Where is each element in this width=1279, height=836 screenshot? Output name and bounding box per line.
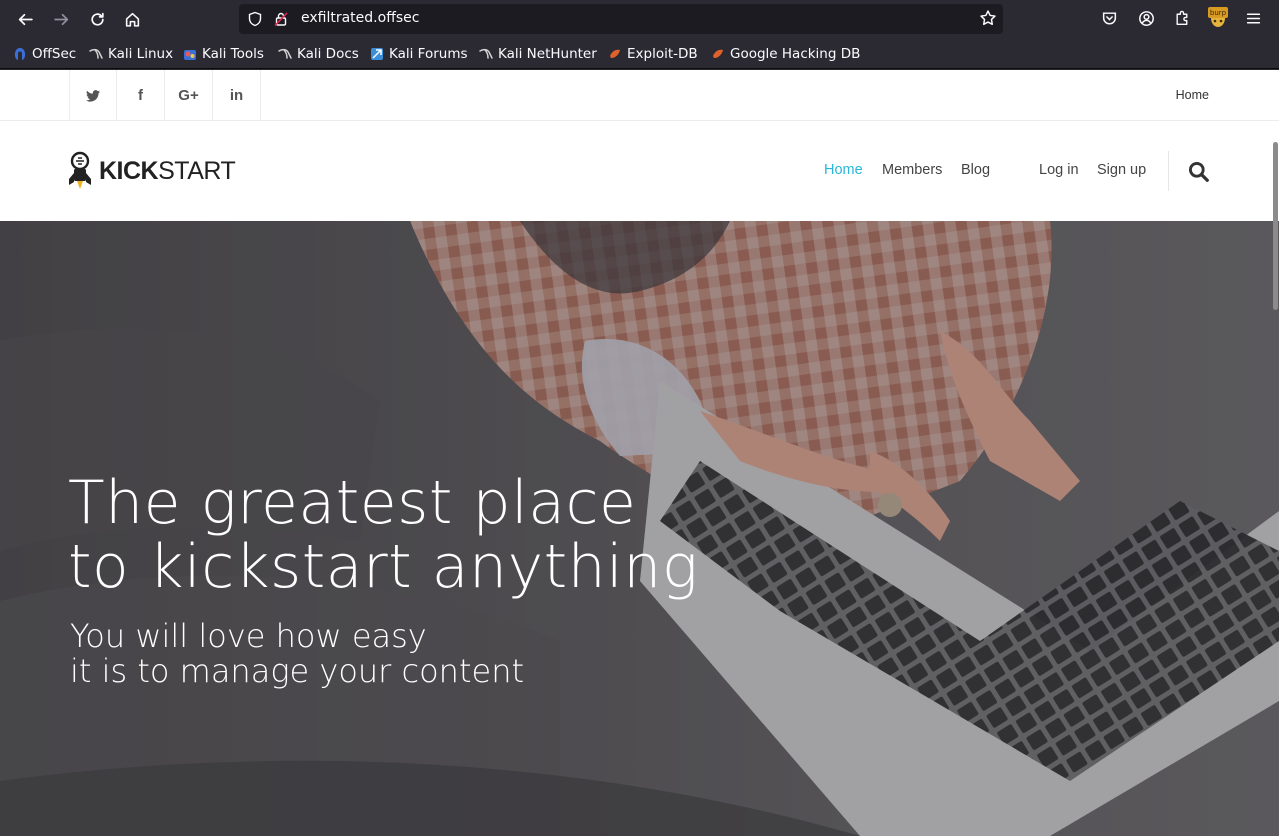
- kali-tools-icon: [184, 50, 196, 60]
- google-plus-link[interactable]: G+: [165, 70, 213, 121]
- browser-toolbar: exfiltrated.offsec burp: [0, 0, 1279, 38]
- burp-label: burp: [1210, 9, 1227, 17]
- app-menu-icon[interactable]: [1243, 8, 1263, 28]
- google-plus-icon: G+: [178, 87, 199, 104]
- pocket-icon[interactable]: [1099, 8, 1119, 28]
- nav-divider: [1168, 151, 1169, 191]
- home-icon: [125, 12, 139, 27]
- nav-signup[interactable]: Sign up: [1097, 162, 1146, 178]
- bookmark-label: Kali Forums: [389, 46, 468, 62]
- hero-banner: The greatest place to kickstart anything…: [0, 221, 1279, 836]
- arrow-left-icon: [18, 13, 33, 25]
- bookmark-exploit-db[interactable]: Exploit-DB: [608, 45, 698, 63]
- kali-forums-icon: [371, 48, 383, 60]
- page-viewport: f G+ in Home KICKSTART Home Members Blog…: [0, 70, 1279, 836]
- rocket-lightbulb-logo-icon: [69, 151, 91, 189]
- hero-title-line2: to kickstart anything: [68, 532, 699, 602]
- nav-blog[interactable]: Blog: [961, 162, 990, 178]
- bookmark-kali-linux[interactable]: Kali Linux: [89, 45, 173, 63]
- exploit-db-icon: [610, 49, 620, 58]
- search-button[interactable]: [1188, 161, 1210, 187]
- account-icon[interactable]: [1136, 8, 1156, 28]
- search-icon: [1188, 161, 1209, 182]
- bookmark-label: Google Hacking DB: [730, 46, 861, 62]
- site-main-nav: KICKSTART Home Members Blog Log in Sign …: [0, 121, 1279, 221]
- bookmark-offsec[interactable]: OffSec: [13, 45, 76, 63]
- site-topbar: f G+ in Home: [0, 70, 1279, 121]
- burp-extension-icon[interactable]: burp: [1207, 5, 1229, 29]
- reload-icon: [90, 12, 104, 26]
- nav-login[interactable]: Log in: [1039, 162, 1079, 178]
- offsec-icon: [14, 48, 26, 60]
- logo-kick: KICK: [99, 156, 159, 185]
- twitter-link[interactable]: [69, 70, 117, 121]
- topbar-home-link[interactable]: Home: [1176, 88, 1209, 102]
- back-button[interactable]: [11, 5, 39, 33]
- hero-title-line1: The greatest place: [68, 468, 637, 538]
- facebook-icon: f: [138, 87, 143, 104]
- hero-subtitle-line1: You will love how easy: [70, 617, 427, 655]
- linkedin-link[interactable]: in: [213, 70, 261, 121]
- url-bar[interactable]: exfiltrated.offsec: [239, 4, 1003, 34]
- bookmark-kali-tools[interactable]: Kali Tools: [183, 45, 264, 63]
- extensions-icon[interactable]: [1172, 8, 1192, 28]
- logo-start: START: [158, 156, 236, 185]
- bookmark-label: Kali Docs: [297, 46, 359, 62]
- bookmark-google-hacking-db[interactable]: Google Hacking DB: [711, 45, 860, 63]
- linkedin-icon: in: [229, 87, 244, 104]
- bookmark-kali-forums[interactable]: Kali Forums: [370, 45, 468, 63]
- hero-title: The greatest place to kickstart anything: [68, 471, 698, 599]
- tracking-shield-icon[interactable]: [247, 11, 263, 27]
- site-logo[interactable]: KICKSTART: [67, 151, 236, 191]
- kali-dragon-icon: [479, 48, 493, 59]
- ghdb-icon: [713, 49, 723, 58]
- insecure-lock-icon[interactable]: [273, 11, 289, 27]
- logo-text: KICKSTART: [99, 156, 236, 186]
- page-scrollbar[interactable]: [1273, 142, 1278, 310]
- nav-members[interactable]: Members: [882, 162, 942, 178]
- forward-button[interactable]: [47, 5, 75, 33]
- hero-subtitle: You will love how easy it is to manage y…: [70, 619, 524, 689]
- url-text[interactable]: exfiltrated.offsec: [301, 10, 419, 26]
- facebook-link[interactable]: f: [117, 70, 165, 121]
- kali-dragon-icon: [89, 48, 103, 59]
- bookmarks-toolbar: OffSec Kali Linux Kali Tools Kali Docs K…: [0, 38, 1279, 69]
- bookmark-label: OffSec: [32, 46, 77, 62]
- bookmark-star-icon[interactable]: [979, 9, 997, 27]
- bookmark-label: Kali NetHunter: [498, 46, 597, 62]
- arrow-right-icon: [53, 13, 68, 25]
- bookmark-label: Kali Tools: [202, 46, 264, 62]
- bookmark-label: Kali Linux: [108, 46, 174, 62]
- bookmark-label: Exploit-DB: [627, 46, 698, 62]
- bookmark-kali-nethunter[interactable]: Kali NetHunter: [479, 45, 597, 63]
- nav-home[interactable]: Home: [824, 162, 863, 178]
- home-button[interactable]: [118, 5, 146, 33]
- hero-subtitle-line2: it is to manage your content: [70, 652, 525, 690]
- kali-dragon-icon: [278, 48, 292, 59]
- bookmark-kali-docs[interactable]: Kali Docs: [278, 45, 359, 63]
- reload-button[interactable]: [83, 5, 111, 33]
- twitter-icon: [86, 89, 100, 102]
